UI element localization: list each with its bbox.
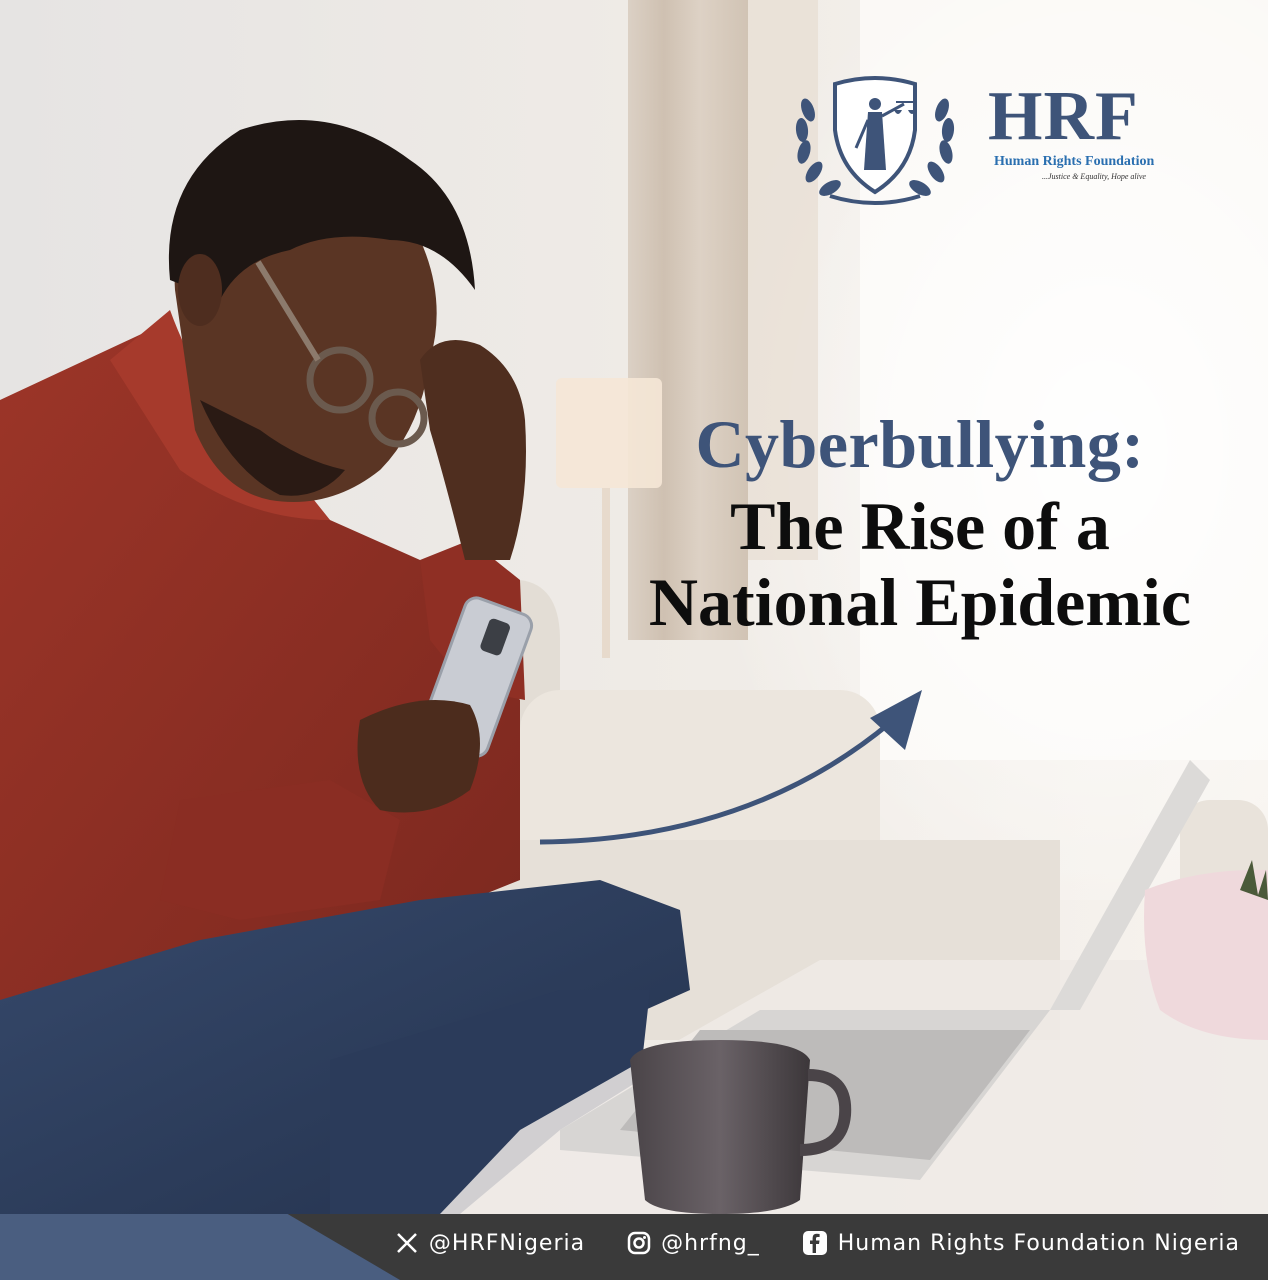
headline-line-2: The Rise of a bbox=[730, 488, 1110, 564]
headline-line-1: Cyberbullying: bbox=[695, 406, 1145, 482]
logo-organization-name: Human Rights Foundation bbox=[994, 154, 1155, 169]
facebook-icon bbox=[802, 1230, 828, 1256]
facebook-page-name: Human Rights Foundation Nigeria bbox=[837, 1230, 1240, 1256]
hrf-logo: HRF Human Rights Foundation ...Justice &… bbox=[790, 70, 1210, 210]
scales-of-justice-emblem-icon bbox=[795, 76, 955, 205]
social-handles: @HRFNigeria @hrfng_ Human Rights Foundat… bbox=[395, 1230, 1240, 1256]
instagram-handle-item[interactable]: @hrfng_ bbox=[627, 1231, 760, 1256]
headline-line-3: National Epidemic bbox=[648, 564, 1192, 640]
facebook-page-item[interactable]: Human Rights Foundation Nigeria bbox=[802, 1230, 1240, 1256]
x-icon bbox=[395, 1231, 419, 1255]
logo-wordmark: HRF bbox=[988, 78, 1139, 155]
social-footer: @HRFNigeria @hrfng_ Human Rights Foundat… bbox=[0, 1214, 1268, 1280]
instagram-icon bbox=[627, 1231, 651, 1255]
instagram-handle: @hrfng_ bbox=[661, 1230, 760, 1256]
twitter-handle: @HRFNigeria bbox=[428, 1230, 586, 1256]
twitter-handle-item[interactable]: @HRFNigeria bbox=[395, 1231, 585, 1256]
headline: Cyberbullying: The Rise of a National Ep… bbox=[600, 410, 1240, 636]
logo-tagline: ...Justice & Equality, Hope alive bbox=[1042, 172, 1146, 181]
